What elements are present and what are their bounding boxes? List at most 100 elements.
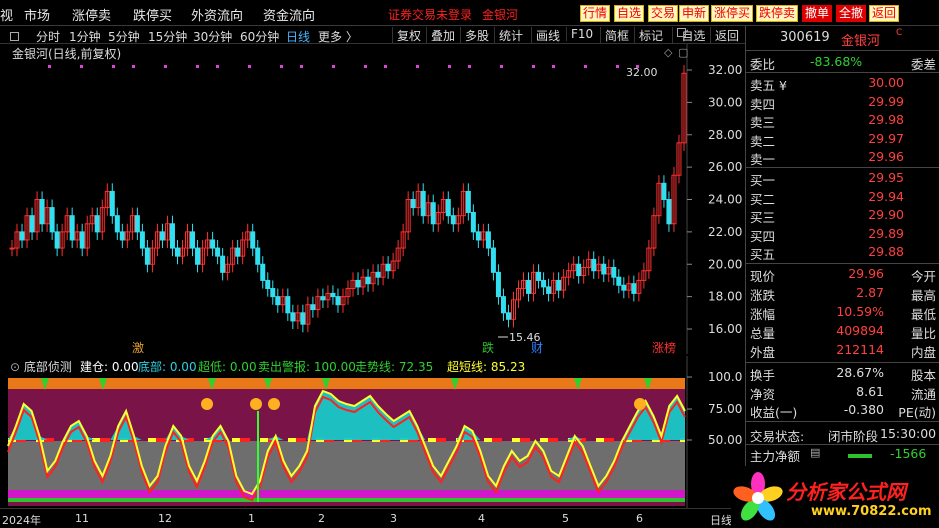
stats-row: 外盘 212114 内盘 xyxy=(750,342,936,360)
y-tick-label: 18.00 xyxy=(708,290,742,304)
tool-6[interactable]: 简框 xyxy=(600,27,629,44)
kline-chart[interactable]: 32.00 30.00 28.00 26.00 24.00 22.00 20.00 18.00… xyxy=(0,44,745,355)
period-2[interactable]: 5分钟 xyxy=(108,28,140,45)
y-tick-label: 22.00 xyxy=(708,225,742,239)
bids-label: 买五 xyxy=(750,247,776,262)
top-button-6[interactable]: 撤单 xyxy=(802,5,833,22)
top-button-0[interactable]: 行情 xyxy=(580,5,611,22)
bids-value: 29.95 xyxy=(868,170,904,185)
stats2-value: -0.380 xyxy=(843,402,884,417)
period-4[interactable]: 30分钟 xyxy=(193,28,232,45)
indicator-value-3: 卖出警报: 100.00 xyxy=(258,360,356,374)
stats2-row: 换手 28.67% 股本 xyxy=(750,365,936,383)
menu-item-limit-down-buy[interactable]: 跌停买 xyxy=(133,5,172,24)
date-label-5: 3 xyxy=(390,512,397,525)
y-tick-label: 24.00 xyxy=(708,193,742,207)
bids-value: 29.94 xyxy=(868,188,904,204)
tool-0[interactable]: 复权 xyxy=(392,27,421,44)
bids-row: 买四 29.89 xyxy=(750,226,936,244)
stats2-label: 收益(一) xyxy=(750,405,798,420)
period-6[interactable]: 日线 xyxy=(286,28,310,45)
close-icon[interactable]: ▢ xyxy=(678,46,688,59)
tool-9[interactable]: 返回 xyxy=(710,27,739,44)
date-label-3: 1 xyxy=(248,512,255,525)
asks-row: 卖二 29.97 xyxy=(750,131,936,149)
tool-1[interactable]: 叠加 xyxy=(426,27,455,44)
period-7[interactable]: 更多 〉 xyxy=(318,28,358,45)
y-tick-label: 20.00 xyxy=(708,257,742,271)
date-label-2: 12 xyxy=(158,512,172,525)
stats-value: 212114 xyxy=(836,342,884,357)
stats-value: 10.59% xyxy=(836,304,884,319)
bids-row: 买五 29.88 xyxy=(750,244,936,262)
tool-2[interactable]: 多股 xyxy=(460,27,489,44)
top-button-5[interactable]: 跌停卖 xyxy=(756,5,799,22)
stats-label: 现价 xyxy=(750,269,776,284)
stats2-value: 28.67% xyxy=(836,365,884,380)
stats-label: 涨幅 xyxy=(750,307,776,322)
stats-label: 涨跌 xyxy=(750,288,776,303)
top-button-4[interactable]: 涨停买 xyxy=(711,5,754,22)
ind-y-tick: 75.00 xyxy=(708,402,742,416)
event-tag-2[interactable]: 财 xyxy=(531,341,543,355)
asks-label: 卖五 ¥ xyxy=(750,78,787,93)
indicator-panel[interactable]: 100.0 75.00 50.00 ⊙ 底部侦测 建仓: 0.00 底部: 0.00 超… xyxy=(0,356,745,508)
event-tag-1[interactable]: 跌 xyxy=(482,340,494,355)
watermark-logo: 分析家公式网 www.70822.com xyxy=(731,466,939,528)
asks-row: 卖一 29.96 xyxy=(750,149,936,167)
stats-row: 涨幅 10.59% 最低 xyxy=(750,304,936,322)
list-icon[interactable]: ▤ xyxy=(810,446,820,459)
period-1[interactable]: 1分钟 xyxy=(69,28,101,45)
period-0[interactable]: 分时 xyxy=(36,28,60,45)
bids-value: 29.90 xyxy=(868,207,904,222)
indicator-value-2: 超低: 0.00 xyxy=(198,360,257,374)
menu-item-market[interactable]: 市场 xyxy=(24,5,50,24)
signal-icon xyxy=(201,398,213,410)
panel-toggle-icon[interactable] xyxy=(10,32,19,41)
event-tag-3[interactable]: 涨榜 xyxy=(652,340,676,355)
top-button-7[interactable]: 全撤 xyxy=(836,5,867,22)
bids-label: 买三 xyxy=(750,210,776,225)
bids-label: 买四 xyxy=(750,228,776,244)
top-button-1[interactable]: 自选 xyxy=(614,5,645,22)
stats-right-label: 内盘 xyxy=(910,345,936,360)
stats-right-label: 今开 xyxy=(910,269,936,284)
date-label-7: 5 xyxy=(562,512,569,525)
indicator-name[interactable]: ⊙ 底部侦测 xyxy=(10,358,72,375)
menu-item-limit-up-sell[interactable]: 涨停卖 xyxy=(72,5,111,24)
tool-5[interactable]: F10 xyxy=(566,27,593,41)
event-tag-0[interactable]: 激 xyxy=(132,341,144,355)
menu-item-capital-flow[interactable]: 资金流向 xyxy=(263,5,315,24)
high-price-label: 32.00 xyxy=(626,66,658,79)
stats-right-label: 最低 xyxy=(910,307,936,322)
signal-icon xyxy=(268,398,280,410)
period-3[interactable]: 15分钟 xyxy=(148,28,187,45)
stats-label: 外盘 xyxy=(750,345,776,360)
window-icon[interactable] xyxy=(677,28,686,37)
indicator-value-0: 建仓: 0.00 xyxy=(80,360,139,374)
date-label-4: 2 xyxy=(318,512,325,525)
tool-4[interactable]: 画线 xyxy=(531,27,560,44)
menu-item-view[interactable]: 视 xyxy=(0,5,13,24)
tool-7[interactable]: 标记 xyxy=(634,27,663,44)
stats2-right-label: 股本 xyxy=(910,368,936,383)
top-button-3[interactable]: 申新 xyxy=(679,5,710,22)
stats2-right-label: PE(动) xyxy=(898,405,936,420)
date-label-1: 11 xyxy=(75,512,89,525)
tool-3[interactable]: 统计 xyxy=(494,27,523,44)
signal-icon xyxy=(634,398,646,410)
stock-code: 300619 xyxy=(780,30,830,45)
period-5[interactable]: 60分钟 xyxy=(240,28,279,45)
menu-item-foreign-flow[interactable]: 外资流向 xyxy=(191,5,243,24)
stats-row: 涨跌 2.87 最高 xyxy=(750,285,936,303)
bids-label: 买一 xyxy=(750,173,776,188)
y-tick-label: 30.00 xyxy=(708,95,742,109)
indicator-value-5: 超短线: 85.23 xyxy=(447,360,526,374)
bids-row: 买三 29.90 xyxy=(750,207,936,225)
asks-value: 29.97 xyxy=(868,130,904,146)
top-button-8[interactable]: 返回 xyxy=(869,5,900,22)
stats2-right-label: 流通 xyxy=(910,386,936,402)
top-button-2[interactable]: 交易 xyxy=(648,5,679,22)
indicator-value-4: 走势线: 72.35 xyxy=(355,360,434,374)
stats-value: 2.87 xyxy=(856,285,884,300)
